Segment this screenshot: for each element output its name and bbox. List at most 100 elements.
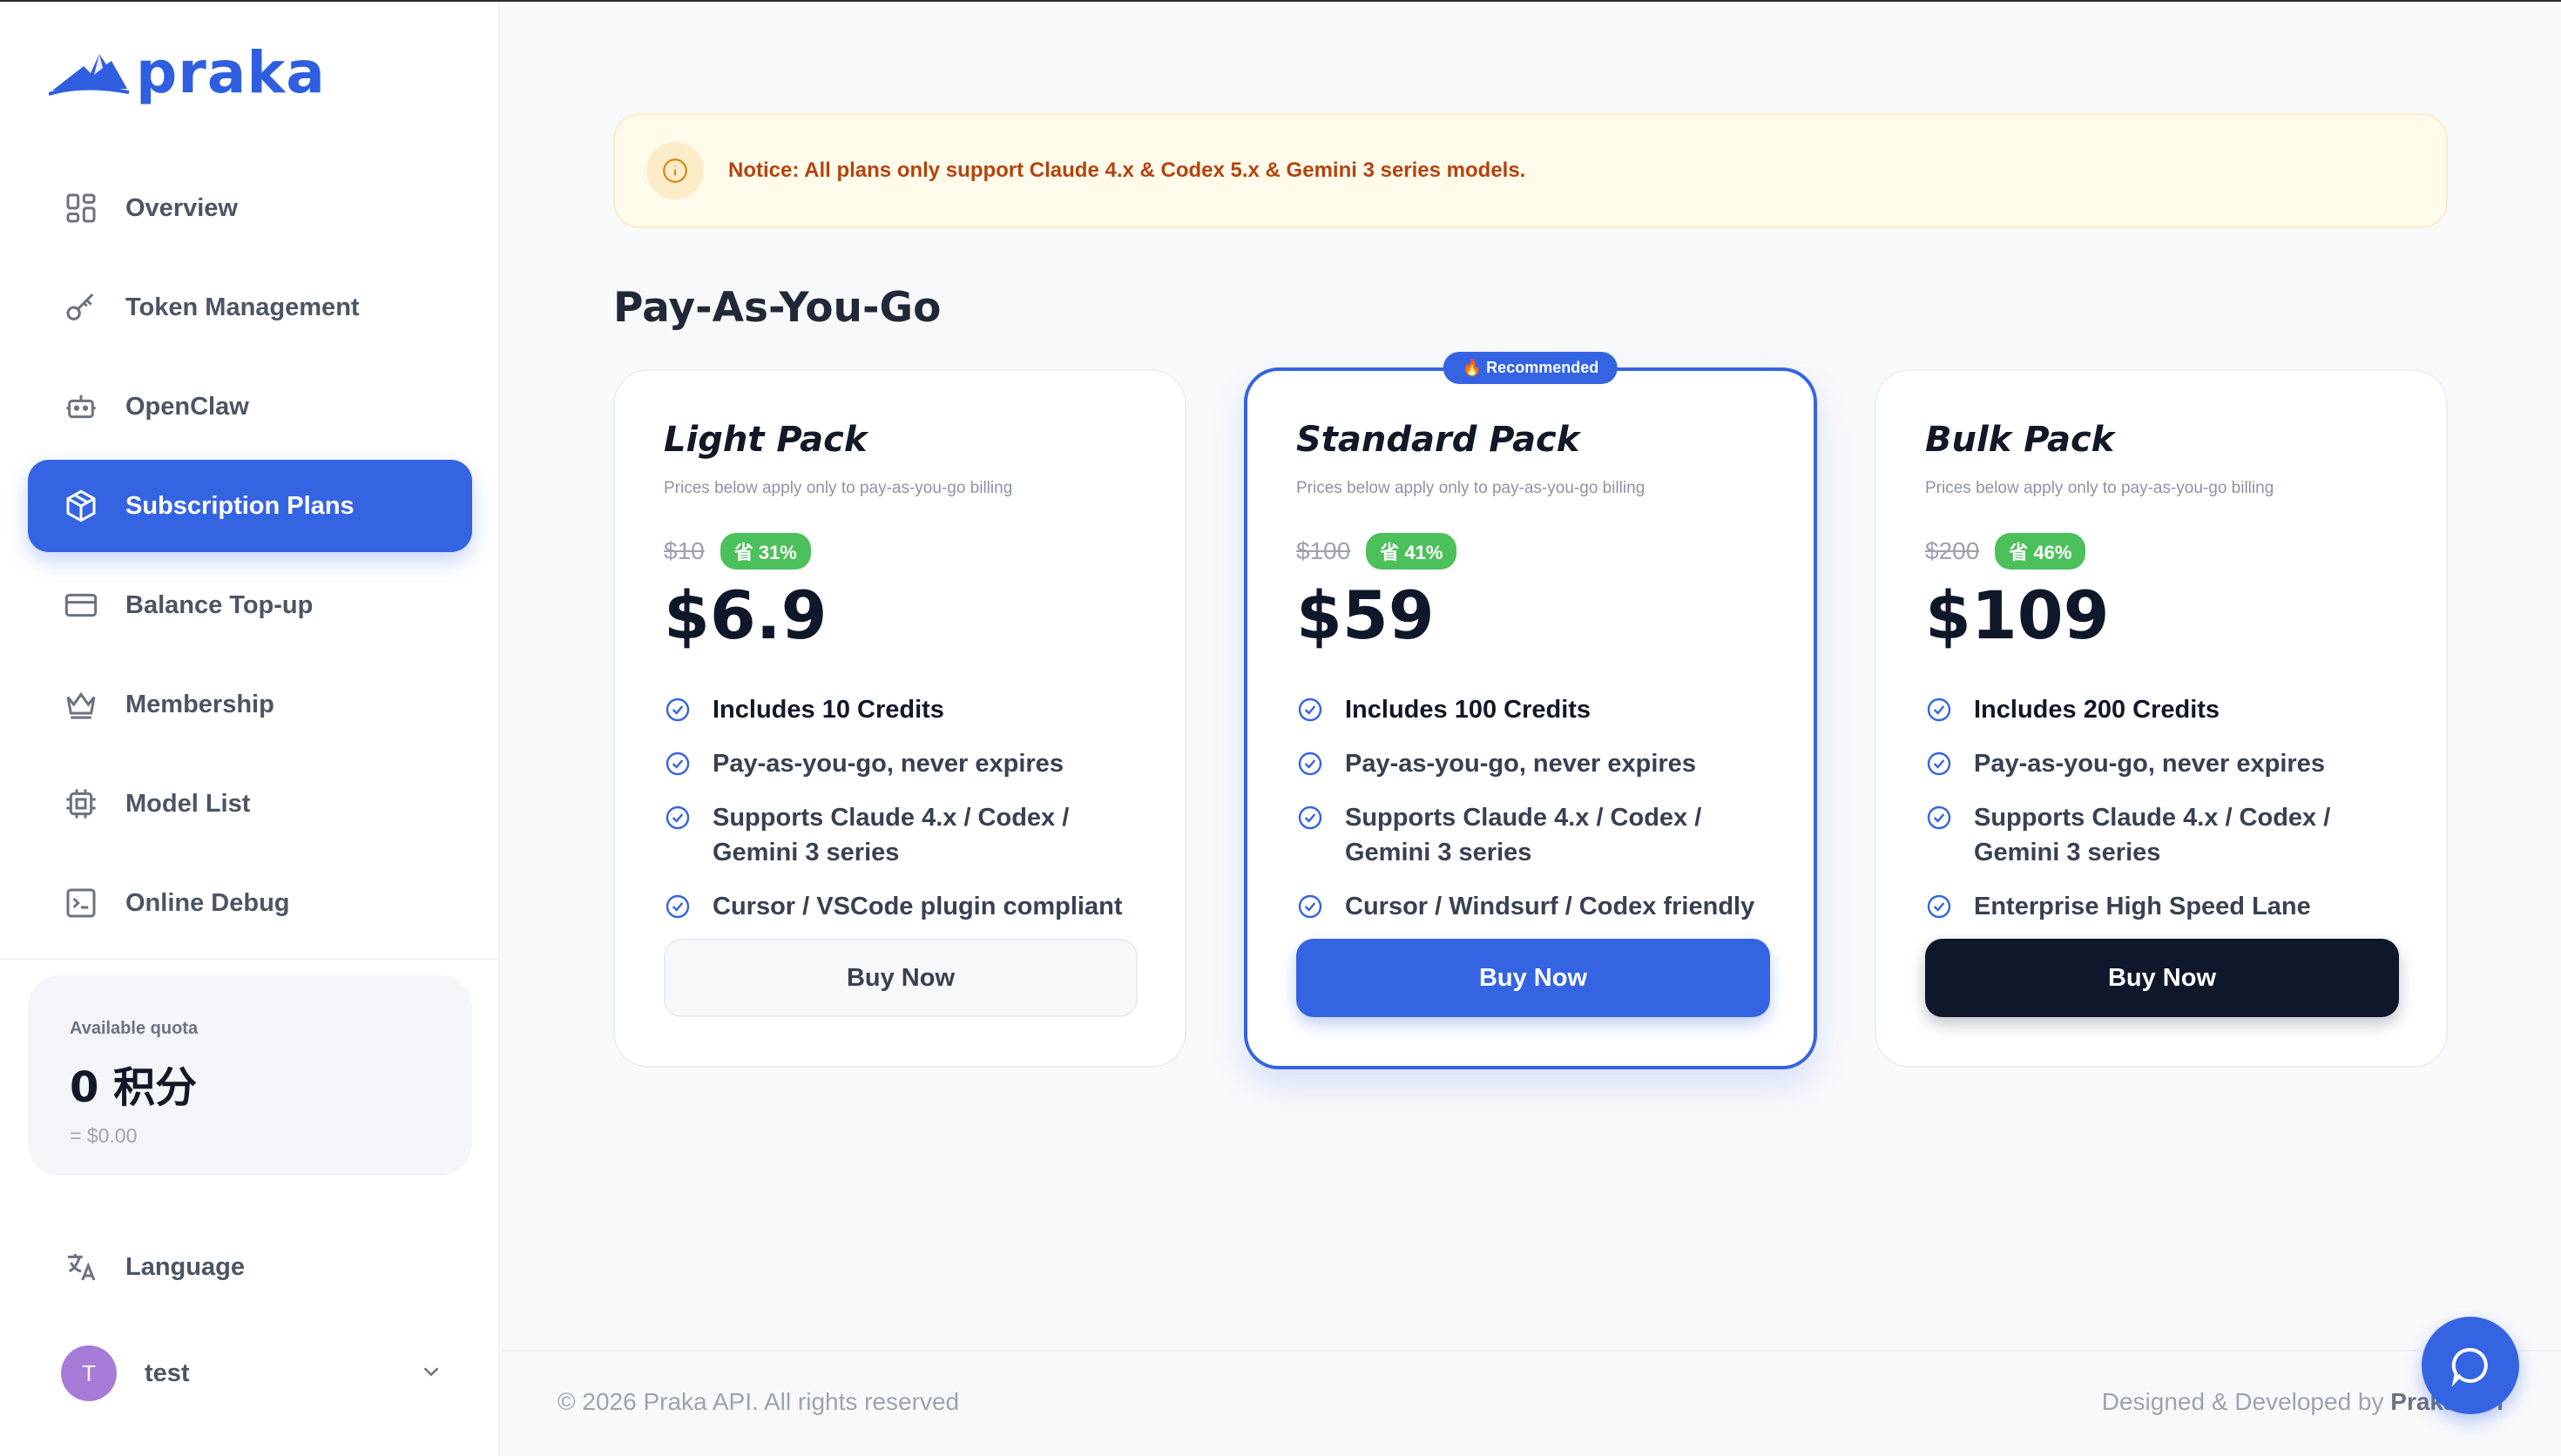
list-item: Includes 200 Credits xyxy=(1925,692,2397,727)
original-price: $10 xyxy=(664,537,705,564)
check-circle-icon xyxy=(1927,698,1951,722)
sidebar-item-label: Overview xyxy=(125,193,238,222)
check-circle-icon xyxy=(1927,752,1951,776)
plan-name: Standard Pack xyxy=(1296,420,1580,460)
plan-card-light: Light Pack Prices below apply only to pa… xyxy=(613,369,1186,1068)
check-circle-icon xyxy=(666,894,690,919)
price-row: $100 省 41% xyxy=(1296,533,1765,570)
chat-bubble-icon xyxy=(2451,1347,2488,1386)
plan-description: Prices below apply only to pay-as-you-go… xyxy=(664,479,1013,497)
translate-icon xyxy=(63,1249,99,1285)
price-row: $200 省 46% xyxy=(1925,533,2397,570)
user-name: test xyxy=(145,1358,190,1387)
sidebar-item-label: Balance Top-up xyxy=(125,590,314,619)
original-price: $100 xyxy=(1296,537,1351,564)
terminal-icon xyxy=(63,885,99,921)
robot-icon xyxy=(63,388,99,425)
check-circle-icon xyxy=(1298,806,1322,830)
list-item: Pay-as-you-go, never expires xyxy=(1925,746,2397,781)
sidebar-item-balance-topup[interactable]: Balance Top-up xyxy=(28,559,472,651)
list-item: Enterprise High Speed Lane xyxy=(1925,889,2397,924)
sidebar-item-label: Token Management xyxy=(125,293,360,321)
check-circle-icon xyxy=(1927,894,1951,919)
plan-card-standard: 🔥 Recommended Standard Pack Prices below… xyxy=(1244,352,1817,1069)
plan-name: Light Pack xyxy=(664,420,868,460)
feature-text: Cursor / VSCode plugin compliant xyxy=(713,893,1123,920)
sidebar-item-label: Model List xyxy=(125,789,251,818)
sidebar-item-subscription-plans[interactable]: Subscription Plans xyxy=(28,460,472,552)
footer-credit-prefix: Designed & Developed by xyxy=(2101,1388,2384,1415)
buy-now-button[interactable]: Buy Now xyxy=(1296,939,1770,1017)
list-item: Pay-as-you-go, never expires xyxy=(664,746,1136,781)
list-item: Supports Claude 4.x / Codex / Gemini 3 s… xyxy=(664,800,1136,870)
feature-text: Pay-as-you-go, never expires xyxy=(1974,750,2325,778)
chip-icon xyxy=(63,785,99,822)
feature-text: Supports Claude 4.x / Codex / Gemini 3 s… xyxy=(713,804,1070,866)
chat-button[interactable] xyxy=(2422,1317,2519,1414)
check-circle-icon xyxy=(1298,752,1322,776)
sidebar: praka Overview Token Management OpenClaw… xyxy=(0,2,500,1456)
feature-text: Includes 10 Credits xyxy=(713,696,944,724)
sidebar-item-model-list[interactable]: Model List xyxy=(28,758,472,850)
language-label: Language xyxy=(125,1252,245,1281)
quota-value: 0 积分 xyxy=(70,1063,198,1112)
sidebar-item-token-management[interactable]: Token Management xyxy=(28,261,472,354)
plan-price: $109 xyxy=(1925,576,2110,654)
buy-now-button[interactable]: Buy Now xyxy=(1925,939,2399,1017)
check-circle-icon xyxy=(666,806,690,830)
plan-price: $6.9 xyxy=(664,576,828,654)
sidebar-item-membership[interactable]: Membership xyxy=(28,658,472,751)
feature-list: Includes 100 Credits Pay-as-you-go, neve… xyxy=(1296,692,1765,924)
grid-icon xyxy=(63,190,99,226)
mountain-logo-icon xyxy=(49,54,130,96)
sidebar-nav: Overview Token Management OpenClaw Subsc… xyxy=(28,162,472,956)
brand-logo[interactable]: praka xyxy=(49,38,326,110)
plan-name: Bulk Pack xyxy=(1925,420,2115,460)
sidebar-item-online-debug[interactable]: Online Debug xyxy=(28,857,472,949)
key-icon xyxy=(63,289,99,326)
box-icon xyxy=(63,488,99,524)
feature-text: Pay-as-you-go, never expires xyxy=(1345,750,1696,778)
sidebar-item-label: Online Debug xyxy=(125,888,290,917)
check-circle-icon xyxy=(1298,894,1322,919)
brand-name: praka xyxy=(136,38,326,106)
footer-divider xyxy=(502,1350,2561,1352)
chevron-down-icon[interactable] xyxy=(418,1358,444,1389)
price-row: $10 省 31% xyxy=(664,533,1136,570)
quota-card: Available quota 0 积分 = $0.00 xyxy=(28,975,472,1176)
user-menu[interactable]: T test xyxy=(61,1345,444,1402)
sidebar-item-label: OpenClaw xyxy=(125,392,249,421)
feature-list: Includes 200 Credits Pay-as-you-go, neve… xyxy=(1925,692,2397,924)
recommended-badge: 🔥 Recommended xyxy=(1443,352,1618,384)
list-item: Cursor / VSCode plugin compliant xyxy=(664,889,1136,924)
avatar: T xyxy=(61,1345,117,1401)
quota-label: Available quota xyxy=(70,1019,199,1038)
discount-badge: 省 41% xyxy=(1366,533,1457,570)
notice-text: Notice: All plans only support Claude 4.… xyxy=(728,158,1526,182)
language-selector: Language xyxy=(28,1221,472,1320)
notice-banner: Notice: All plans only support Claude 4.… xyxy=(613,113,2448,228)
buy-now-button[interactable]: Buy Now xyxy=(664,939,1138,1017)
sidebar-item-overview[interactable]: Overview xyxy=(28,162,472,254)
sidebar-item-language[interactable]: Language xyxy=(28,1221,472,1313)
feature-text: Supports Claude 4.x / Codex / Gemini 3 s… xyxy=(1345,804,1702,866)
plan-description: Prices below apply only to pay-as-you-go… xyxy=(1925,479,2274,497)
plan-description: Prices below apply only to pay-as-you-go… xyxy=(1296,479,1645,497)
quota-usd-value: = $0.00 xyxy=(70,1124,138,1147)
feature-text: Enterprise High Speed Lane xyxy=(1974,893,2311,920)
check-circle-icon xyxy=(666,752,690,776)
list-item: Includes 100 Credits xyxy=(1296,692,1765,727)
info-icon xyxy=(646,142,704,199)
list-item: Pay-as-you-go, never expires xyxy=(1296,746,1765,781)
credit-card-icon xyxy=(63,587,99,624)
list-item: Supports Claude 4.x / Codex / Gemini 3 s… xyxy=(1296,800,1765,870)
crown-icon xyxy=(63,686,99,723)
feature-text: Pay-as-you-go, never expires xyxy=(713,750,1064,778)
check-circle-icon xyxy=(1298,698,1322,722)
list-item: Supports Claude 4.x / Codex / Gemini 3 s… xyxy=(1925,800,2397,870)
list-item: Includes 10 Credits xyxy=(664,692,1136,727)
copyright-text: © 2026 Praka API. All rights reserved xyxy=(557,1388,960,1415)
sidebar-item-openclaw[interactable]: OpenClaw xyxy=(28,361,472,453)
original-price: $200 xyxy=(1925,537,1980,564)
feature-text: Supports Claude 4.x / Codex / Gemini 3 s… xyxy=(1974,804,2331,866)
